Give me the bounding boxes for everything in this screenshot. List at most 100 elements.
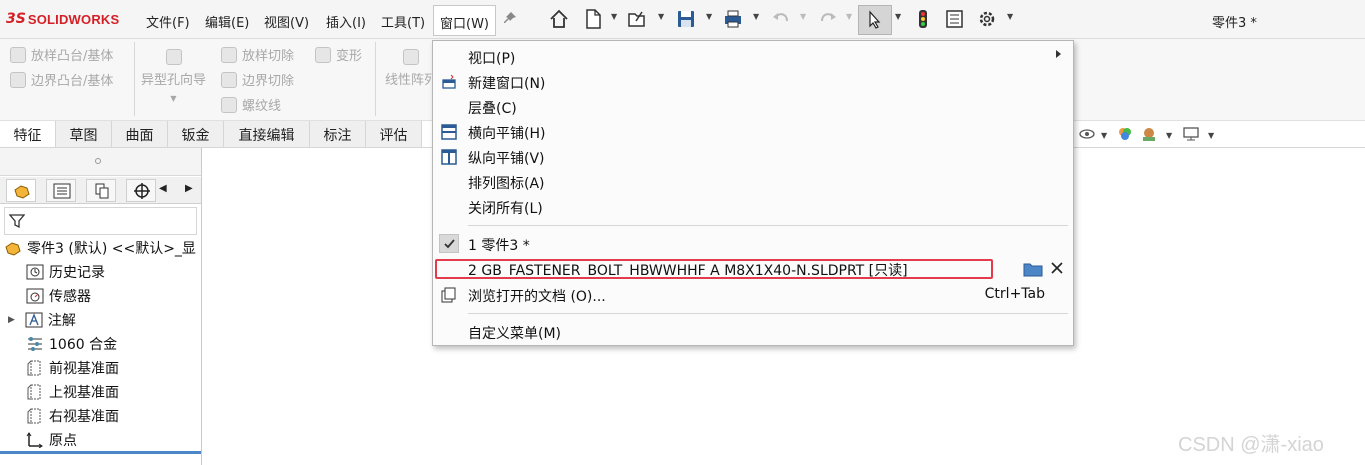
menu-item-customize[interactable]: 自定义菜单(M) bbox=[433, 319, 1073, 344]
boundary-boss-button[interactable]: 边界凸台/基体 bbox=[10, 70, 113, 89]
menu-item-cascade[interactable]: 层叠(C) bbox=[433, 94, 1073, 119]
menu-file[interactable]: 文件(F) bbox=[146, 12, 190, 31]
tree-item-right-plane[interactable]: 右视基准面 bbox=[26, 405, 119, 427]
tree-item-annotations[interactable]: ▶ 注解 bbox=[8, 309, 76, 331]
select-button[interactable] bbox=[858, 5, 892, 35]
menu-item-open-doc-1[interactable]: 1 零件3 * bbox=[433, 231, 1073, 256]
folder-icon[interactable] bbox=[1023, 261, 1043, 277]
scene-icon[interactable] bbox=[1141, 126, 1157, 142]
menu-item-close-all[interactable]: 关闭所有(L) bbox=[433, 194, 1073, 219]
linear-pattern-button[interactable]: 线性阵列 bbox=[385, 49, 437, 88]
traffic-light-icon[interactable] bbox=[912, 8, 934, 30]
close-icon[interactable] bbox=[1050, 261, 1064, 275]
menu-item-arrange-icons[interactable]: 排列图标(A) bbox=[433, 169, 1073, 194]
boundary-cut-button[interactable]: 边界切除 bbox=[221, 70, 294, 89]
tree-item-history[interactable]: 历史记录 bbox=[26, 261, 105, 283]
loft-cut-button[interactable]: 放样切除 bbox=[221, 45, 294, 64]
tab-markup[interactable]: 标注 bbox=[310, 121, 366, 147]
thread-button[interactable]: 螺纹线 bbox=[221, 95, 281, 114]
menu-window[interactable]: 窗口(W) bbox=[433, 5, 496, 36]
linear-pattern-icon bbox=[403, 49, 419, 65]
panel-tabs: ◀ ▶ bbox=[0, 177, 201, 204]
history-icon bbox=[26, 264, 44, 280]
menu-view[interactable]: 视图(V) bbox=[264, 12, 309, 31]
loft-boss-button[interactable]: 放样凸台/基体 bbox=[10, 45, 113, 64]
pin-icon[interactable] bbox=[502, 10, 518, 26]
feature-tree-tab[interactable] bbox=[6, 179, 36, 202]
expand-arrow-icon[interactable]: ▶ bbox=[8, 315, 15, 325]
redo-dropdown-icon[interactable]: ▼ bbox=[846, 12, 852, 21]
menu-item-tile-vertical[interactable]: 纵向平铺(V) bbox=[433, 144, 1073, 169]
property-manager-tab[interactable] bbox=[46, 179, 76, 202]
menu-edit[interactable]: 编辑(E) bbox=[205, 12, 249, 31]
hide-show-dropdown-icon[interactable]: ▼ bbox=[1101, 131, 1107, 140]
save-dropdown-icon[interactable]: ▼ bbox=[706, 12, 712, 21]
home-icon[interactable] bbox=[548, 8, 570, 30]
tab-surfaces[interactable]: 曲面 bbox=[112, 121, 168, 147]
menu-insert[interactable]: 插入(I) bbox=[326, 12, 366, 31]
plane-icon bbox=[27, 408, 41, 424]
tree-item-front-plane[interactable]: 前视基准面 bbox=[26, 357, 119, 379]
save-icon[interactable] bbox=[675, 8, 697, 30]
undo-icon[interactable] bbox=[770, 8, 792, 30]
hole-wizard-button[interactable]: 异型孔向导 ▼ bbox=[141, 49, 206, 103]
select-dropdown-icon[interactable]: ▼ bbox=[895, 12, 901, 21]
solidworks-window: 3S SOLIDWORKS 文件(F) 编辑(E) 视图(V) 插入(I) 工具… bbox=[0, 0, 1365, 465]
origin-icon bbox=[26, 432, 43, 448]
thread-label: 螺纹线 bbox=[242, 99, 282, 114]
documents-icon bbox=[441, 287, 456, 303]
boundary-cut-icon bbox=[221, 71, 237, 88]
tab-direct-editing[interactable]: 直接编辑 bbox=[224, 121, 310, 147]
checkmark-icon bbox=[444, 239, 455, 249]
target-icon bbox=[134, 183, 150, 199]
appearance-icon[interactable] bbox=[1117, 126, 1133, 142]
configuration-tab[interactable] bbox=[86, 179, 116, 202]
menu-item-viewport[interactable]: 视口(P) bbox=[433, 44, 1073, 69]
menu-tools[interactable]: 工具(T) bbox=[381, 12, 425, 31]
tab-features[interactable]: 特征 bbox=[0, 121, 56, 147]
menu-item-browse-documents[interactable]: 浏览打开的文档 (O)... Ctrl+Tab bbox=[433, 282, 1073, 307]
new-dropdown-icon[interactable]: ▼ bbox=[611, 12, 617, 21]
open-dropdown-icon[interactable]: ▼ bbox=[658, 12, 664, 21]
tile-vertical-icon bbox=[441, 149, 457, 165]
select-arrow-icon bbox=[869, 10, 881, 29]
solidworks-logo[interactable]: 3S SOLIDWORKS bbox=[6, 10, 119, 28]
tree-filter[interactable] bbox=[4, 207, 197, 235]
tree-item-top-plane[interactable]: 上视基准面 bbox=[26, 381, 119, 403]
open-icon[interactable] bbox=[626, 8, 648, 30]
tree-item-label: 注解 bbox=[47, 313, 76, 329]
dimxpert-tab[interactable] bbox=[126, 179, 156, 202]
tab-sheet-metal[interactable]: 钣金 bbox=[168, 121, 224, 147]
undo-dropdown-icon[interactable]: ▼ bbox=[800, 12, 806, 21]
tree-root[interactable]: 零件3 (默认) <<默认>_显 bbox=[4, 237, 196, 259]
menu-item-label: 横向平铺(H) bbox=[468, 126, 546, 142]
tab-sketch[interactable]: 草图 bbox=[56, 121, 112, 147]
print-icon[interactable] bbox=[722, 8, 744, 30]
file-properties-icon[interactable] bbox=[943, 8, 965, 30]
menu-item-label: 层叠(C) bbox=[468, 101, 517, 117]
deform-label: 变形 bbox=[336, 49, 363, 64]
configuration-icon bbox=[95, 183, 109, 199]
scene-dropdown-icon[interactable]: ▼ bbox=[1166, 131, 1172, 140]
hide-show-icon[interactable] bbox=[1079, 126, 1095, 142]
hole-wizard-label: 异型孔向导 bbox=[141, 73, 207, 88]
tree-item-sensors[interactable]: 传感器 bbox=[26, 285, 91, 307]
tab-scroll-right-icon[interactable]: ▶ bbox=[185, 183, 193, 194]
tree-item-origin[interactable]: 原点 bbox=[26, 429, 77, 451]
deform-button[interactable]: 变形 bbox=[315, 45, 362, 64]
options-dropdown-icon[interactable]: ▼ bbox=[1007, 12, 1013, 21]
menu-item-new-window[interactable]: 新建窗口(N) bbox=[433, 69, 1073, 94]
gear-icon[interactable] bbox=[976, 8, 998, 30]
part-icon bbox=[14, 185, 30, 199]
tree-item-material[interactable]: 1060 合金 bbox=[26, 333, 117, 355]
tab-evaluate[interactable]: 评估 bbox=[366, 121, 422, 147]
boundary-boss-icon bbox=[10, 71, 26, 88]
tab-scroll-left-icon[interactable]: ◀ bbox=[159, 183, 167, 194]
new-doc-icon[interactable] bbox=[582, 8, 604, 30]
print-dropdown-icon[interactable]: ▼ bbox=[753, 12, 759, 21]
redo-icon[interactable] bbox=[817, 8, 839, 30]
panel-grip[interactable] bbox=[0, 148, 201, 176]
display-dropdown-icon[interactable]: ▼ bbox=[1208, 131, 1214, 140]
menu-item-tile-horizontal[interactable]: 横向平铺(H) bbox=[433, 119, 1073, 144]
display-settings-icon[interactable] bbox=[1183, 126, 1199, 142]
